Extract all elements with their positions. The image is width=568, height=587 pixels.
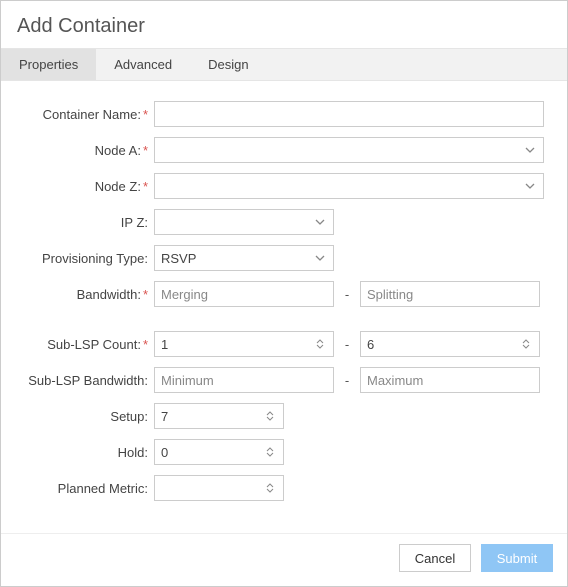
tab-advanced[interactable]: Advanced [96,49,190,80]
label-container-name: Container Name:* [19,107,154,122]
chevron-down-icon [313,253,327,263]
chevron-down-icon [523,145,537,155]
tab-properties[interactable]: Properties [1,49,96,80]
ip-z-select[interactable] [154,209,334,235]
range-separator: - [340,373,354,388]
node-z-select[interactable] [154,173,544,199]
provisioning-type-select[interactable]: RSVP [154,245,334,271]
sub-lsp-count-min-stepper[interactable]: 1 [154,331,334,357]
tab-design[interactable]: Design [190,49,266,80]
cancel-button[interactable]: Cancel [399,544,471,572]
range-separator: - [340,287,354,302]
label-node-z: Node Z:* [19,179,154,194]
node-a-select[interactable] [154,137,544,163]
form-area: Container Name:* Node A:* Node Z: [1,81,567,533]
sub-lsp-bw-min-input[interactable]: Minimum [154,367,334,393]
label-provisioning-type: Provisioning Type: [19,251,154,266]
bandwidth-splitting-input[interactable]: Splitting [360,281,540,307]
planned-metric-stepper[interactable] [154,475,284,501]
spinner-icon [263,483,277,493]
submit-button[interactable]: Submit [481,544,553,572]
label-ip-z: IP Z: [19,215,154,230]
dialog-title: Add Container [1,1,567,48]
bandwidth-merging-input[interactable]: Merging [154,281,334,307]
chevron-down-icon [523,181,537,191]
label-planned-metric: Planned Metric: [19,481,154,496]
sub-lsp-count-max-stepper[interactable]: 6 [360,331,540,357]
chevron-down-icon [313,217,327,227]
label-node-a: Node A:* [19,143,154,158]
setup-stepper[interactable]: 7 [154,403,284,429]
spinner-icon [263,411,277,421]
spinner-icon [519,339,533,349]
tab-bar: Properties Advanced Design [1,48,567,81]
label-sub-lsp-bandwidth: Sub-LSP Bandwidth: [19,373,154,388]
sub-lsp-bw-max-input[interactable]: Maximum [360,367,540,393]
spinner-icon [313,339,327,349]
add-container-dialog: Add Container Properties Advanced Design… [0,0,568,587]
hold-stepper[interactable]: 0 [154,439,284,465]
label-bandwidth: Bandwidth:* [19,287,154,302]
label-hold: Hold: [19,445,154,460]
label-setup: Setup: [19,409,154,424]
spinner-icon [263,447,277,457]
range-separator: - [340,337,354,352]
label-sub-lsp-count: Sub-LSP Count:* [19,337,154,352]
dialog-footer: Cancel Submit [1,533,567,586]
container-name-input[interactable] [154,101,544,127]
